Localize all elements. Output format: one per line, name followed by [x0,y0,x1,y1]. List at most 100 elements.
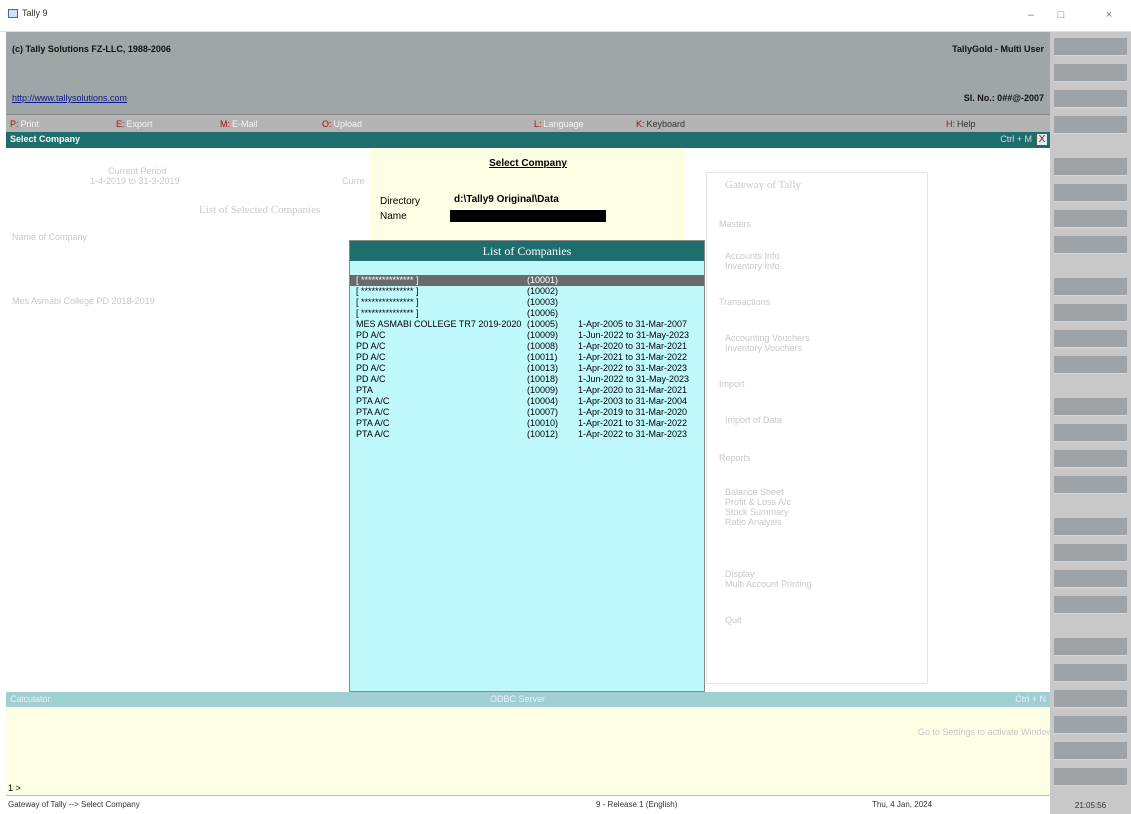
window-title: Tally 9 [22,8,48,18]
gateway-item[interactable]: Inventory Info. [725,261,782,271]
side-button[interactable] [1054,90,1127,108]
side-button[interactable] [1054,278,1127,296]
selected-company-entry[interactable]: Mes Asmabi College PD 2018-2019 [12,296,155,306]
list-of-companies-panel: List of Companies [ *************** ] (10… [349,240,705,692]
company-row[interactable]: PD A/C (10011) 1-Apr-2021 to 31-Mar-2022 [350,352,704,363]
close-screen-button[interactable]: X [1036,133,1048,146]
gateway-item[interactable]: Inventory Vouchers [725,343,802,353]
ctrl-n-shortcut[interactable]: Ctrl + N [1015,694,1046,704]
side-button[interactable] [1054,64,1127,82]
company-row[interactable]: PTA A/C (10007) 1-Apr-2019 to 31-Mar-2020 [350,407,704,418]
keyboard-button[interactable]: K: Keyboard [636,115,685,133]
company-name: PTA A/C [356,407,390,417]
side-button[interactable] [1054,544,1127,562]
company-code: (10001) [527,275,559,285]
side-button[interactable] [1054,716,1127,734]
current-date-title: Curre [342,176,365,186]
company-row[interactable]: [ *************** ] (10003) [350,297,704,308]
gateway-item[interactable]: Import [719,379,745,389]
gateway-item[interactable]: Display [725,569,755,579]
company-row[interactable]: PTA A/C (10012) 1-Apr-2022 to 31-Mar-2023 [350,429,704,440]
calculator-label: Calculator [10,694,51,704]
side-button[interactable] [1054,330,1127,348]
maximize-button[interactable]: □ [1048,6,1074,24]
side-button[interactable] [1054,476,1127,494]
gateway-item[interactable]: Masters [719,219,751,229]
side-button[interactable] [1054,570,1127,588]
side-button[interactable] [1054,304,1127,322]
side-button[interactable] [1054,596,1127,614]
side-button[interactable] [1054,398,1127,416]
gateway-item[interactable]: Reports [719,453,751,463]
company-row[interactable]: PD A/C (10018) 1-Jun-2022 to 31-May-2023 [350,374,704,385]
calculator-area[interactable]: Go to Settings to activate Windows. 1 > [6,707,1060,795]
close-window-button[interactable]: × [1096,6,1122,24]
side-button[interactable] [1054,356,1127,374]
company-name-input[interactable] [450,210,606,222]
side-button[interactable] [1054,664,1127,682]
current-period-title: Current Period [108,166,167,176]
gateway-item[interactable]: Balance Sheet [725,487,784,497]
company-row[interactable]: PD A/C (10008) 1-Apr-2020 to 31-Mar-2021 [350,341,704,352]
company-row[interactable]: [ *************** ] (10001) [350,275,704,286]
name-of-company-header: Name of Company [12,232,88,242]
gateway-item[interactable]: Accounting Vouchers [725,333,810,343]
side-button[interactable] [1054,210,1127,228]
gateway-item[interactable]: Transactions [719,297,770,307]
directory-value[interactable]: d:\Tally9 Original\Data [454,194,559,205]
company-row[interactable]: PTA (10009) 1-Apr-2020 to 31-Mar-2021 [350,385,704,396]
gateway-of-tally-menu: Gateway of Tally Masters Accounts Info. … [706,172,928,684]
company-row[interactable]: [ *************** ] (10006) [350,308,704,319]
side-button[interactable] [1054,638,1127,656]
side-button[interactable] [1054,236,1127,254]
company-period: 1-Apr-2022 to 31-Mar-2023 [578,429,688,439]
export-hotkey: E: [116,119,125,129]
gateway-item[interactable]: Quit [725,615,742,625]
company-period: 1-Apr-2020 to 31-Mar-2021 [578,385,688,395]
serial-number: Sl. No.: 0##@-2007 [963,93,1044,103]
status-release: 9 - Release 1 (English) [596,800,678,809]
side-button[interactable] [1054,690,1127,708]
company-code: (10002) [527,286,559,296]
ctrl-m-shortcut[interactable]: Ctrl + M [1000,134,1032,144]
side-button[interactable] [1054,518,1127,536]
upload-button[interactable]: O: Upload [322,115,362,133]
side-button[interactable] [1054,38,1127,56]
company-row[interactable]: PD A/C (10009) 1-Jun-2022 to 31-May-2023 [350,330,704,341]
company-name: [ *************** ] [356,297,419,307]
list-of-companies-title: List of Companies [350,241,704,261]
gateway-item[interactable]: Import of Data [725,415,782,425]
tally-app-icon [8,9,18,18]
company-row[interactable]: MES ASMABI COLLEGE TR7 2019-2020 (10005) 1… [350,319,704,330]
gateway-title: Gateway of Tally [725,179,802,191]
status-path: Gateway of Tally --> Select Company [8,800,140,809]
company-name: MES ASMABI COLLEGE TR7 2019-2020 [356,319,522,329]
email-button[interactable]: M: E-Mail [220,115,258,133]
gateway-item[interactable]: Ratio Analysis [725,517,782,527]
company-row[interactable]: PD A/C (10013) 1-Apr-2022 to 31-Mar-2023 [350,363,704,374]
side-button[interactable] [1054,450,1127,468]
minimize-button[interactable]: – [1018,6,1044,24]
help-button[interactable]: H: Help [946,115,976,133]
side-button[interactable] [1054,424,1127,442]
print-button[interactable]: P: Print [10,115,39,133]
gateway-item[interactable]: Stock Summary [725,507,789,517]
side-button[interactable] [1054,158,1127,176]
gateway-item[interactable]: Profit & Loss A/c [725,497,791,507]
side-button[interactable] [1054,116,1127,134]
company-row[interactable]: PTA A/C (10010) 1-Apr-2021 to 31-Mar-2022 [350,418,704,429]
keyboard-label: Keyboard [646,119,686,129]
website-link[interactable]: http://www.tallysolutions.com [12,93,127,103]
export-button[interactable]: E: Export [116,115,153,133]
company-row[interactable]: PTA A/C (10004) 1-Apr-2003 to 31-Mar-2004 [350,396,704,407]
gateway-item[interactable]: Accounts Info. [725,251,782,261]
company-row[interactable]: [ *************** ] (10002) [350,286,704,297]
side-button[interactable] [1054,742,1127,760]
tally-main-area: (c) Tally Solutions FZ-LLC, 1988-2006 Ta… [6,32,1060,814]
side-button[interactable] [1054,184,1127,202]
side-button[interactable] [1054,768,1127,786]
select-company-panel: Select Company Directory d:\Tally9 Origi… [370,148,686,240]
gateway-item[interactable]: Multi Account Printing [725,579,812,589]
language-button[interactable]: L: Language [534,115,584,133]
company-code: (10004) [527,396,559,406]
